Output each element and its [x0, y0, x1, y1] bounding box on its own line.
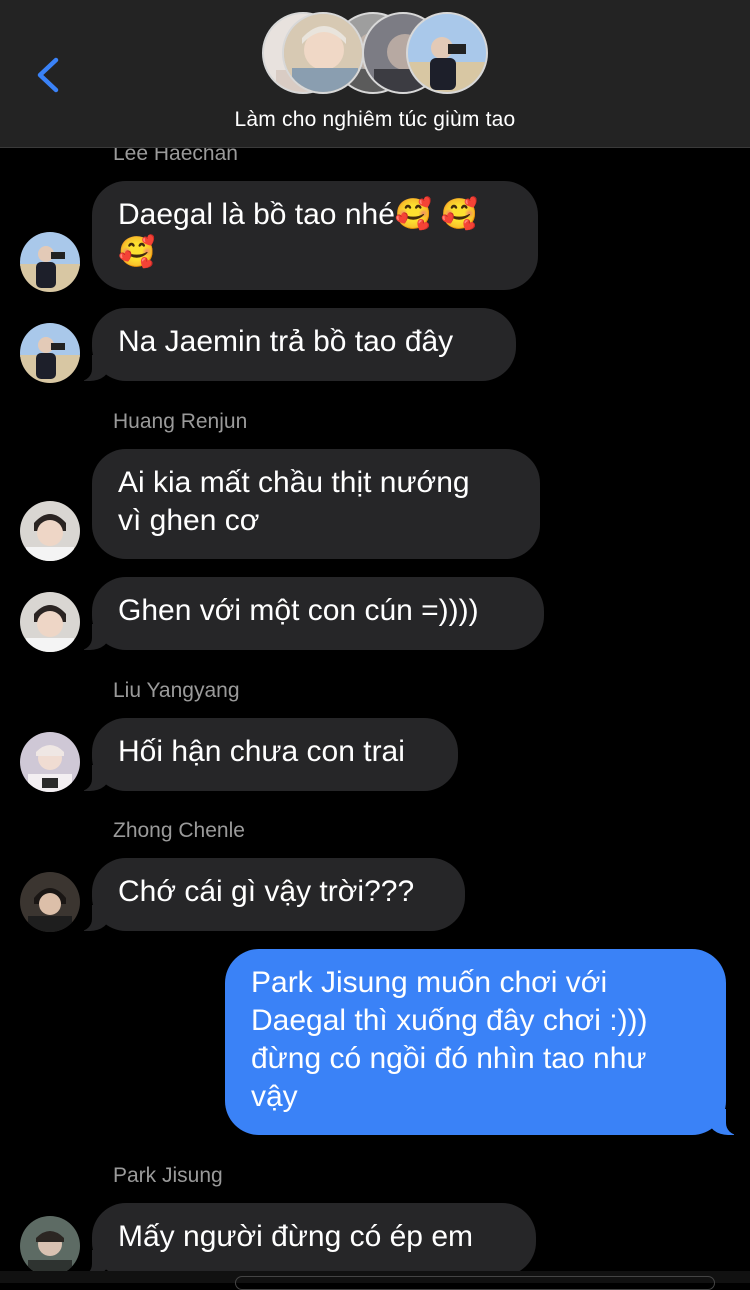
message-text: Ghen với một con cún =)))) — [118, 594, 479, 627]
sender-name: Park Jisung — [113, 1164, 223, 1187]
avatar[interactable] — [20, 232, 80, 292]
message-text: vậy — [251, 1080, 298, 1113]
avatar[interactable] — [20, 1216, 80, 1276]
message-text: Daegal là bồ tao nhé — [118, 198, 395, 231]
message-text: vì ghen cơ — [118, 504, 260, 537]
smiling-hearts-emoji: 🥰 — [394, 197, 433, 232]
message-bubble[interactable]: Na Jaemin trả bồ tao đây — [74, 308, 516, 381]
chevron-left-icon — [37, 57, 59, 93]
message-text: Na Jaemin trả bồ tao đây — [118, 325, 454, 358]
message-input[interactable] — [235, 1276, 715, 1290]
avatar[interactable] — [20, 732, 80, 792]
message-text: Hối hận chưa con trai — [118, 735, 405, 768]
avatar[interactable] — [20, 592, 80, 652]
group-member-avatar — [282, 12, 364, 94]
outgoing-message-bubble[interactable]: Park Jisung muốn chơi với Daegal thì xuố… — [225, 949, 744, 1135]
avatar[interactable] — [20, 501, 80, 561]
message-text: Ai kia mất chầu thịt nướng — [118, 466, 470, 499]
avatar[interactable] — [20, 872, 80, 932]
message-bubble[interactable]: Mấy người đừng có ép em — [74, 1203, 536, 1276]
sender-name: Huang Renjun — [113, 410, 248, 433]
message-bubble[interactable]: Chớ cái gì vậy trời??? — [74, 858, 465, 931]
message-text: Chớ cái gì vậy trời??? — [118, 875, 415, 908]
message-bubble[interactable]: Ghen với một con cún =)))) — [74, 577, 544, 650]
sender-name: Zhong Chenle — [113, 819, 245, 842]
message-text: Daegal thì xuống đây chơi :))) — [251, 1004, 648, 1037]
smiling-hearts-emoji: 🥰 — [440, 197, 478, 232]
message-text: Park Jisung muốn chơi với — [251, 966, 608, 999]
message-text: đừng có ngồi đó nhìn tao như — [251, 1042, 647, 1075]
smiling-hearts-emoji: 🥰 — [118, 235, 156, 270]
chat-title[interactable]: Làm cho nghiêm túc giùm tao — [0, 108, 750, 132]
chat-header: Làm cho nghiêm túc giùm tao — [0, 0, 750, 148]
group-avatar-stack[interactable] — [262, 12, 488, 96]
message-bubble[interactable]: Hối hận chưa con trai — [74, 718, 458, 791]
back-button[interactable] — [30, 52, 70, 98]
avatar[interactable] — [20, 323, 80, 383]
message-bubble[interactable]: Daegal là bồ tao nhé🥰 🥰 🥰 — [92, 181, 538, 290]
sender-name: Liu Yangyang — [113, 679, 240, 702]
message-bubble[interactable]: Ai kia mất chầu thịt nướng vì ghen cơ — [92, 449, 540, 559]
message-text: Mấy người đừng có ép em — [118, 1220, 474, 1253]
group-member-avatar — [406, 12, 488, 94]
